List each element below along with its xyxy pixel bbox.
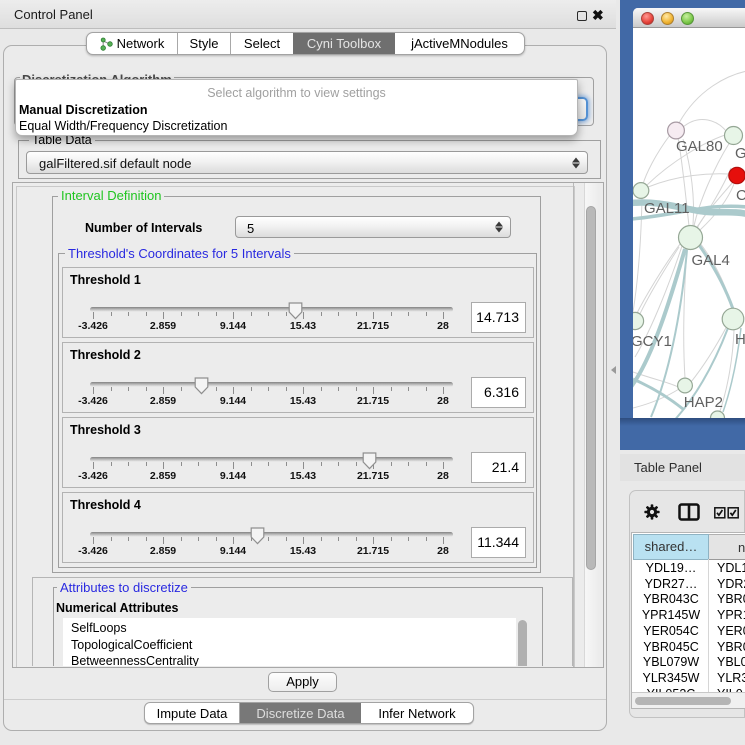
svg-text:H: H <box>735 331 745 348</box>
svg-text:GCY1: GCY1 <box>633 333 672 350</box>
svg-text:GAL11: GAL11 <box>644 200 690 217</box>
svg-text:GAL7: GAL7 <box>735 145 745 162</box>
svg-text:GAL4: GAL4 <box>692 252 730 269</box>
svg-text:GAL80: GAL80 <box>676 138 723 155</box>
svg-text:HAP2: HAP2 <box>684 394 723 411</box>
svg-text:CD: CD <box>736 187 745 204</box>
